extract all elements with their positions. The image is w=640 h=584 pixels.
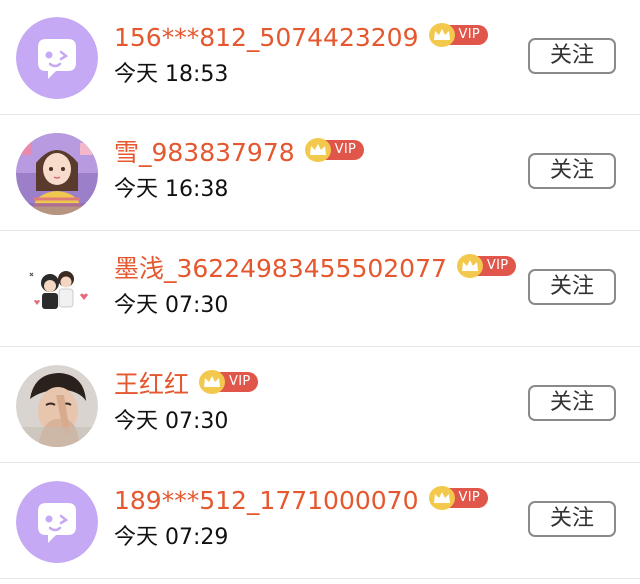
crown-icon	[428, 23, 455, 47]
avatar[interactable]	[16, 17, 98, 99]
vip-badge: VIP	[199, 370, 259, 394]
avatar[interactable]	[16, 481, 98, 563]
follow-time: 今天 07:30	[114, 409, 229, 434]
follow-time: 今天 07:29	[114, 525, 229, 550]
follow-button[interactable]: 关注	[528, 385, 616, 421]
girl-illustration-avatar-icon	[16, 133, 98, 215]
name-line: 雪_983837978 VIP	[114, 135, 510, 171]
follow-time: 今天 16:38	[114, 177, 229, 202]
vip-badge: VIP	[428, 486, 488, 510]
list-item[interactable]: 雪_983837978 VIP 今天 16:38 关注	[0, 115, 640, 231]
username[interactable]: 189***512_1771000070	[114, 483, 419, 519]
avatar[interactable]	[16, 133, 98, 215]
list-item[interactable]: 墨浅_36224983455502077 VIP 今天 07:30 关注	[0, 231, 640, 347]
follow-button[interactable]: 关注	[528, 153, 616, 189]
default-chat-avatar-icon	[16, 17, 98, 99]
follow-button[interactable]: 关注	[528, 269, 616, 305]
name-line: 156***812_5074423209 VIP	[114, 20, 510, 56]
list-item[interactable]: 189***512_1771000070 VIP 今天 07:29 关注	[0, 463, 640, 579]
name-line: 墨浅_36224983455502077 VIP	[114, 251, 517, 287]
username[interactable]: 156***812_5074423209	[114, 20, 419, 56]
name-line: 189***512_1771000070 VIP	[114, 483, 510, 519]
crown-icon	[456, 254, 483, 278]
user-info: 156***812_5074423209 VIP 今天 18:53	[114, 20, 510, 90]
user-info: 王红红 VIP 今天 07:30	[114, 367, 510, 437]
follow-time: 今天 18:53	[114, 62, 229, 87]
username[interactable]: 墨浅_36224983455502077	[114, 251, 447, 287]
vip-badge: VIP	[304, 138, 365, 162]
follow-time: 今天 07:30	[114, 293, 229, 318]
vip-badge: VIP	[456, 254, 517, 278]
list-item[interactable]: 王红红 VIP 今天 07:30 关注	[0, 347, 640, 463]
username[interactable]: 雪_983837978	[114, 135, 295, 171]
list-item[interactable]: 156***812_5074423209 VIP 今天 18:53 关注	[0, 0, 640, 115]
man-photo-avatar-icon	[16, 365, 98, 447]
crown-icon	[304, 138, 331, 162]
avatar[interactable]	[16, 365, 98, 447]
follow-button[interactable]: 关注	[528, 501, 616, 537]
user-info: 雪_983837978 VIP 今天 16:38	[114, 135, 510, 205]
name-line: 王红红 VIP	[114, 367, 510, 403]
avatar[interactable]	[16, 249, 98, 331]
couple-sticker-avatar-icon	[16, 249, 98, 331]
user-info: 墨浅_36224983455502077 VIP 今天 07:30	[114, 251, 517, 321]
crown-icon	[428, 486, 455, 510]
vip-badge: VIP	[428, 23, 488, 47]
follow-button[interactable]: 关注	[528, 38, 616, 74]
default-chat-avatar-icon	[16, 481, 98, 563]
username[interactable]: 王红红	[114, 367, 189, 403]
crown-icon	[199, 370, 226, 394]
follower-list: 156***812_5074423209 VIP 今天 18:53 关注 雪_9…	[0, 0, 640, 579]
user-info: 189***512_1771000070 VIP 今天 07:29	[114, 483, 510, 553]
